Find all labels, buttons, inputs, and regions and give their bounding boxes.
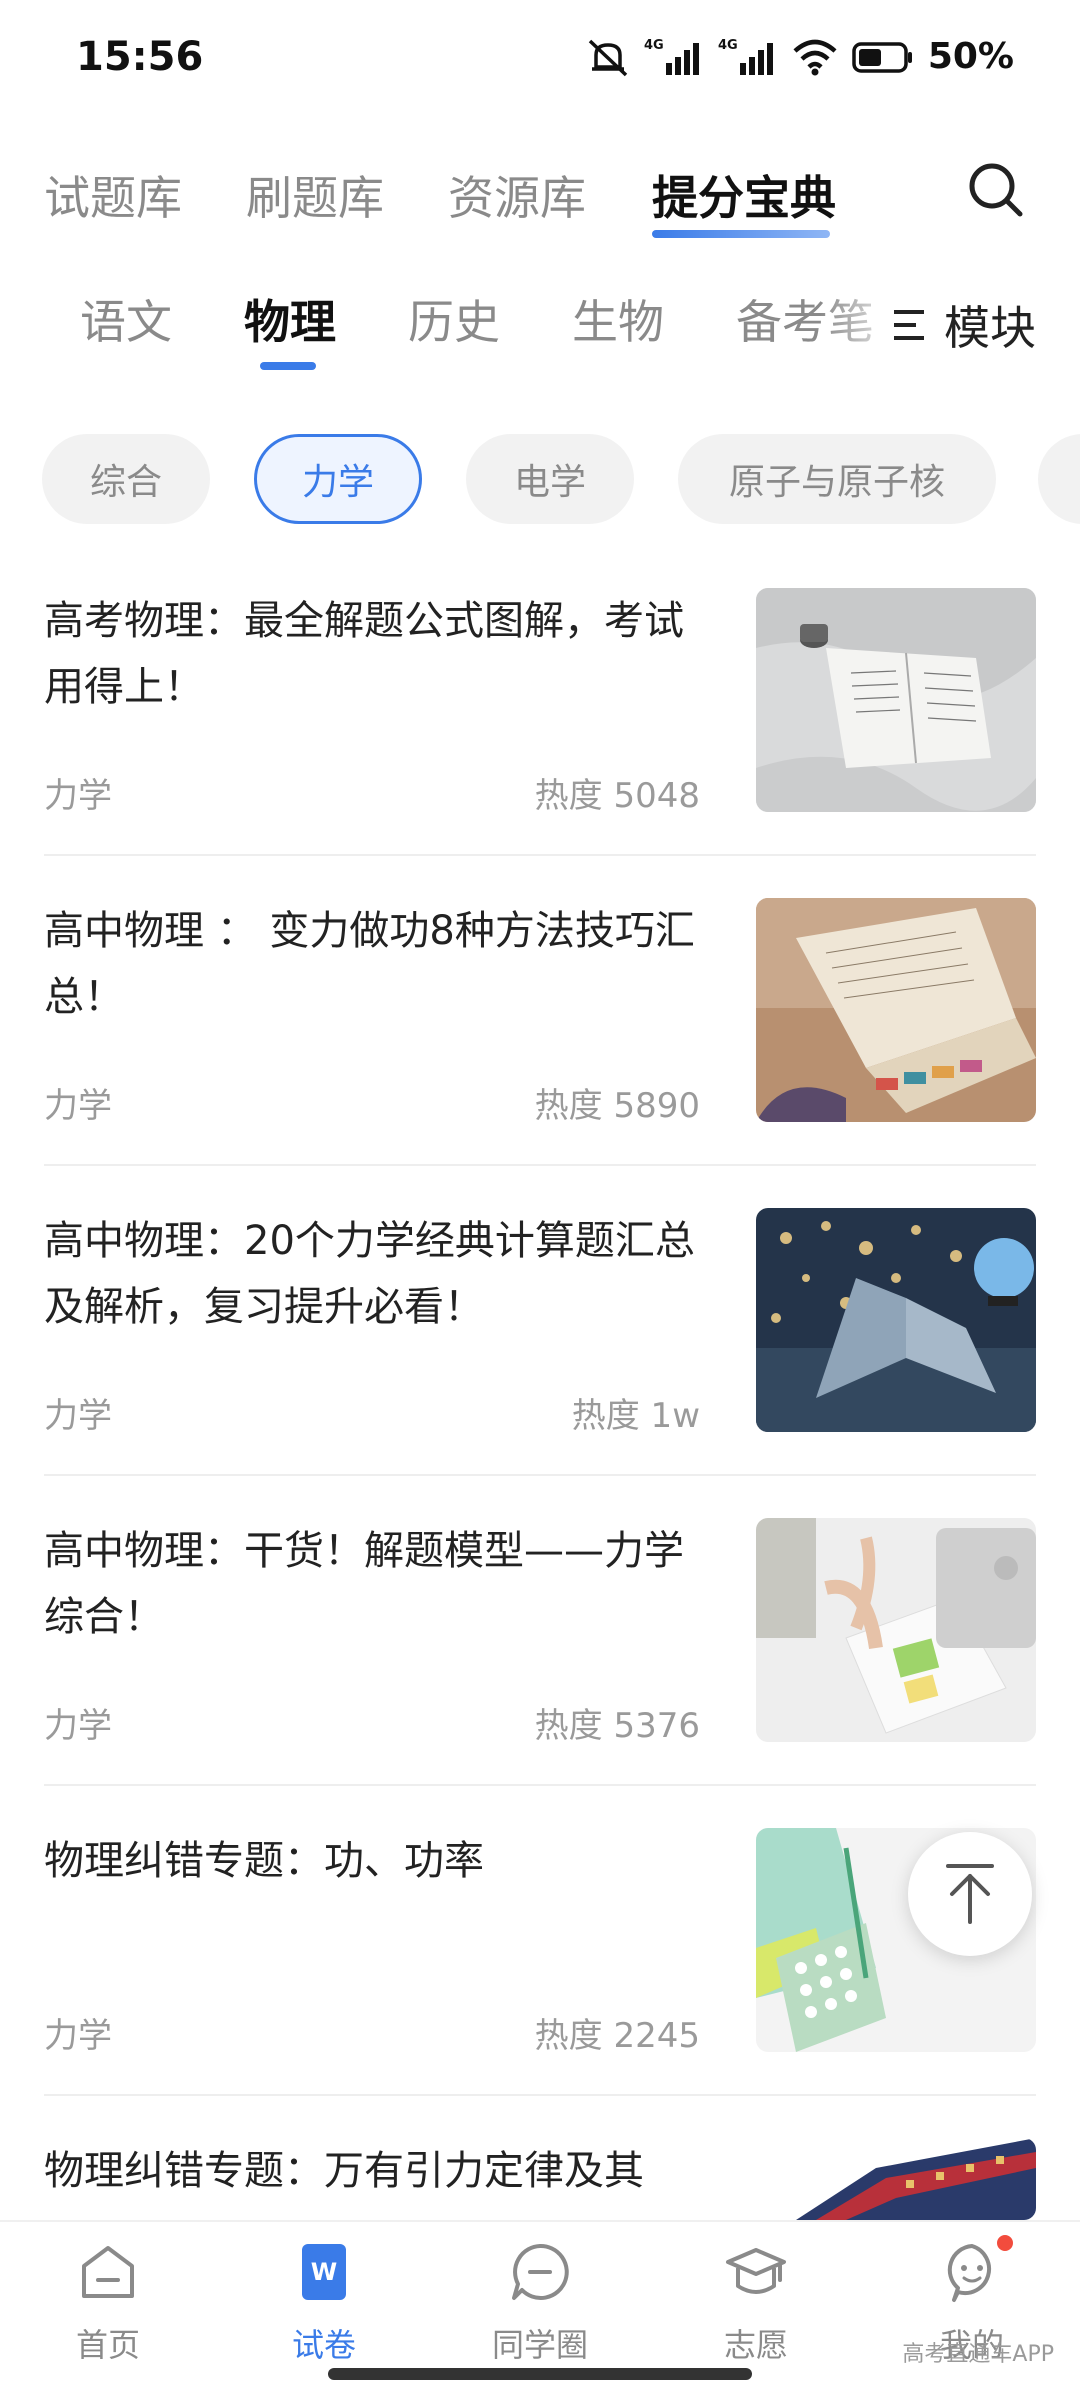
profile-icon [947,2244,992,2302]
nav-label: 同学圈 [491,2326,588,2364]
list-divider [44,854,1036,856]
article-title: 高中物理：干货！解题模型——力学综合！ [44,1528,684,1640]
list-item[interactable]: 高中物理：干货！解题模型——力学综合！ 力学 热度 5376 [0,1518,1080,1828]
status-icons: 4G 4G 50% [586,36,1014,77]
list-divider [44,1164,1036,1166]
subject-tab-physics[interactable]: 物理 [244,286,336,352]
tab-practice-bank[interactable]: 刷题库 [246,162,384,228]
menu-list-icon [894,310,924,340]
article-tag: 力学 [44,776,112,816]
battery-icon [852,41,912,73]
article-title: 物理纠错专题：万有引力定律及其 [44,2148,644,2194]
mute-icon [588,39,628,76]
article-title: 高中物理 ： 变力做功8种方法技巧汇总！ [44,908,695,1020]
chip-atomic-nucleus[interactable]: 原子与原子核 [678,434,996,524]
signal-4g-icon: 4G [644,38,699,75]
article-heat: 热度 5890 [534,1086,700,1126]
svg-text:W: W [311,2258,337,2286]
svg-text:4G: 4G [644,38,664,53]
svg-text:4G: 4G [718,38,738,53]
nav-classmates[interactable]: 同学圈 [460,2240,620,2370]
active-tab-indicator [652,230,830,238]
subject-tab-history[interactable]: 历史 [408,286,500,352]
nav-label: 首页 [75,2326,140,2364]
search-icon[interactable] [964,158,1028,222]
article-title: 物理纠错专题：功、功率 [44,1838,484,1884]
nav-papers[interactable]: W 试卷 [244,2240,404,2370]
chip-comprehensive[interactable]: 综合 [42,434,210,524]
article-heat: 热度 2245 [534,2016,700,2056]
list-item[interactable]: 高考物理：最全解题公式图解，考试用得上！ 力学 热度 5048 [0,588,1080,898]
topic-chip-row: 综合 力学 电学 原子与原子核 [0,434,1080,526]
article-thumbnail [756,898,1036,1122]
top-tab-bar: 试题库 刷题库 资源库 提分宝典 [0,150,1080,260]
tab-question-bank[interactable]: 试题库 [44,162,182,228]
nav-home[interactable]: 首页 [28,2240,188,2370]
nav-volunteer[interactable]: 志愿 [676,2240,836,2370]
article-tag: 力学 [44,2016,112,2056]
article-thumbnail [756,1208,1036,1432]
list-divider [44,1784,1036,1786]
chip-more[interactable] [1038,434,1080,524]
notification-dot [994,2232,1016,2254]
list-divider [44,1474,1036,1476]
back-to-top-button[interactable] [908,1832,1032,1956]
chat-circle-icon [512,2243,569,2300]
signal-4g-icon: 4G [718,38,773,75]
article-thumbnail [756,2138,1036,2220]
article-heat: 热度 1w [571,1396,700,1436]
graduation-cap-icon [726,2248,786,2294]
chip-mechanics[interactable]: 力学 [254,434,422,524]
module-button[interactable]: 模块 [880,270,1080,380]
wifi-icon [793,39,837,75]
list-item[interactable]: 物理纠错专题：万有引力定律及其 [0,2138,1080,2220]
app-watermark: 高考直通车APP [902,2342,1054,2367]
list-divider [44,2094,1036,2096]
nav-label: 志愿 [723,2326,788,2364]
battery-percentage: 50% [927,36,1014,77]
article-tag: 力学 [44,1086,112,1126]
article-heat: 热度 5048 [534,776,700,816]
article-thumbnail [756,588,1036,812]
subject-tab-chinese[interactable]: 语文 [80,286,172,352]
chip-electricity[interactable]: 电学 [466,434,634,524]
status-bar: 15:56 4G 4G 50% [0,0,1080,120]
list-item[interactable]: 高中物理 ： 变力做功8种方法技巧汇总！ 力学 热度 5890 [0,898,1080,1208]
article-title: 高中物理：20个力学经典计算题汇总及解析，复习提升必看！ [44,1218,695,1330]
tab-resource-bank[interactable]: 资源库 [448,162,586,228]
subject-tab-biology[interactable]: 生物 [572,286,664,352]
arrow-up-icon [946,1864,994,1924]
article-title: 高考物理：最全解题公式图解，考试用得上！ [44,598,684,710]
subject-tab-bar: 语文 物理 历史 生物 备考笔 模块 [0,270,1080,380]
article-heat: 热度 5376 [534,1706,700,1746]
article-tag: 力学 [44,1706,112,1746]
module-label: 模块 [944,301,1036,355]
status-time: 15:56 [76,34,204,80]
subject-active-indicator [260,362,316,370]
home-icon [82,2246,134,2298]
article-thumbnail [756,1518,1036,1742]
tab-score-guide[interactable]: 提分宝典 [652,162,836,228]
article-tag: 力学 [44,1396,112,1436]
home-indicator[interactable] [328,2368,752,2380]
list-item[interactable]: 高中物理：20个力学经典计算题汇总及解析，复习提升必看！ 力学 热度 1w [0,1208,1080,1518]
nav-label: 试卷 [291,2326,356,2364]
paper-icon: W [302,2244,346,2300]
